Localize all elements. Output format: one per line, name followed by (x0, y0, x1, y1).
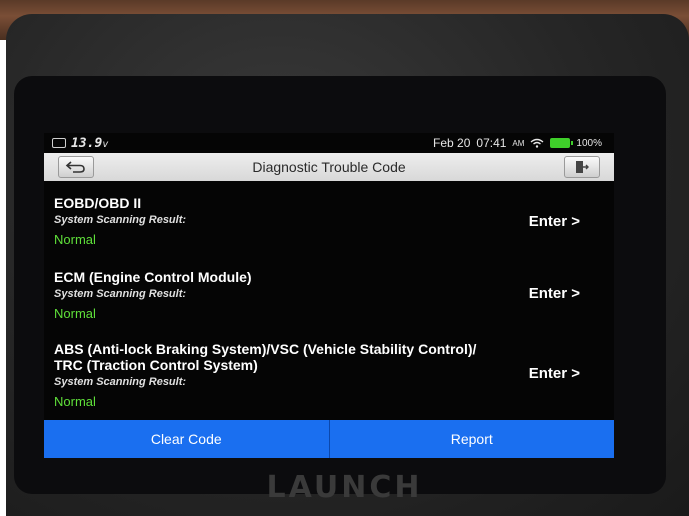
system-name: EOBD/OBD II (54, 195, 142, 211)
status-left: 13.9v (52, 136, 108, 151)
system-name: ECM (Engine Control Module) (54, 269, 252, 285)
enter-button[interactable]: Enter > (529, 213, 580, 230)
voltage-readout: 13.9v (71, 135, 109, 151)
list-item[interactable]: ABS (Anti-lock Braking System)/VSC (Vehi… (54, 341, 604, 409)
device-screen: 13.9v Feb 20 07:41 AM 100% Diagnostic Tr… (44, 133, 614, 458)
status-ampm: AM (512, 138, 525, 148)
exit-icon (576, 161, 589, 173)
page-title: Diagnostic Trouble Code (252, 159, 406, 175)
scan-result-label: System Scanning Result: (54, 376, 187, 388)
brand-logo: LAUNCH (266, 470, 423, 505)
back-arrow-icon (65, 161, 85, 173)
back-button[interactable] (58, 156, 94, 178)
wifi-icon (530, 138, 544, 148)
scan-result-label: System Scanning Result: (54, 214, 187, 226)
exit-button[interactable] (564, 156, 600, 178)
clear-code-button[interactable]: Clear Code (44, 420, 329, 458)
enter-button[interactable]: Enter > (529, 285, 580, 302)
scan-result-label: System Scanning Result: (54, 288, 187, 300)
list-item[interactable]: ECM (Engine Control Module) System Scann… (54, 269, 604, 321)
status-date: Feb 20 (433, 136, 471, 150)
battery-icon (550, 138, 574, 148)
title-bar: Diagnostic Trouble Code (44, 153, 614, 181)
scan-status: Normal (54, 394, 96, 409)
list-item[interactable]: EOBD/OBD II System Scanning Result: Norm… (54, 195, 604, 247)
scan-status: Normal (54, 306, 96, 321)
battery-percent: 100% (576, 137, 602, 149)
status-time: 07:41 (476, 136, 507, 150)
scan-status: Normal (54, 232, 96, 247)
system-name-line1: ABS (Anti-lock Braking System)/VSC (Vehi… (54, 341, 477, 357)
status-bar: 13.9v Feb 20 07:41 AM 100% (44, 133, 614, 153)
action-bar: Clear Code Report (44, 420, 614, 458)
system-name-line2: TRC (Traction Control System) (54, 357, 258, 373)
report-button[interactable]: Report (328, 420, 615, 458)
status-right: Feb 20 07:41 AM 100% (433, 133, 602, 153)
enter-button[interactable]: Enter > (529, 365, 580, 382)
car-battery-icon (52, 138, 66, 148)
